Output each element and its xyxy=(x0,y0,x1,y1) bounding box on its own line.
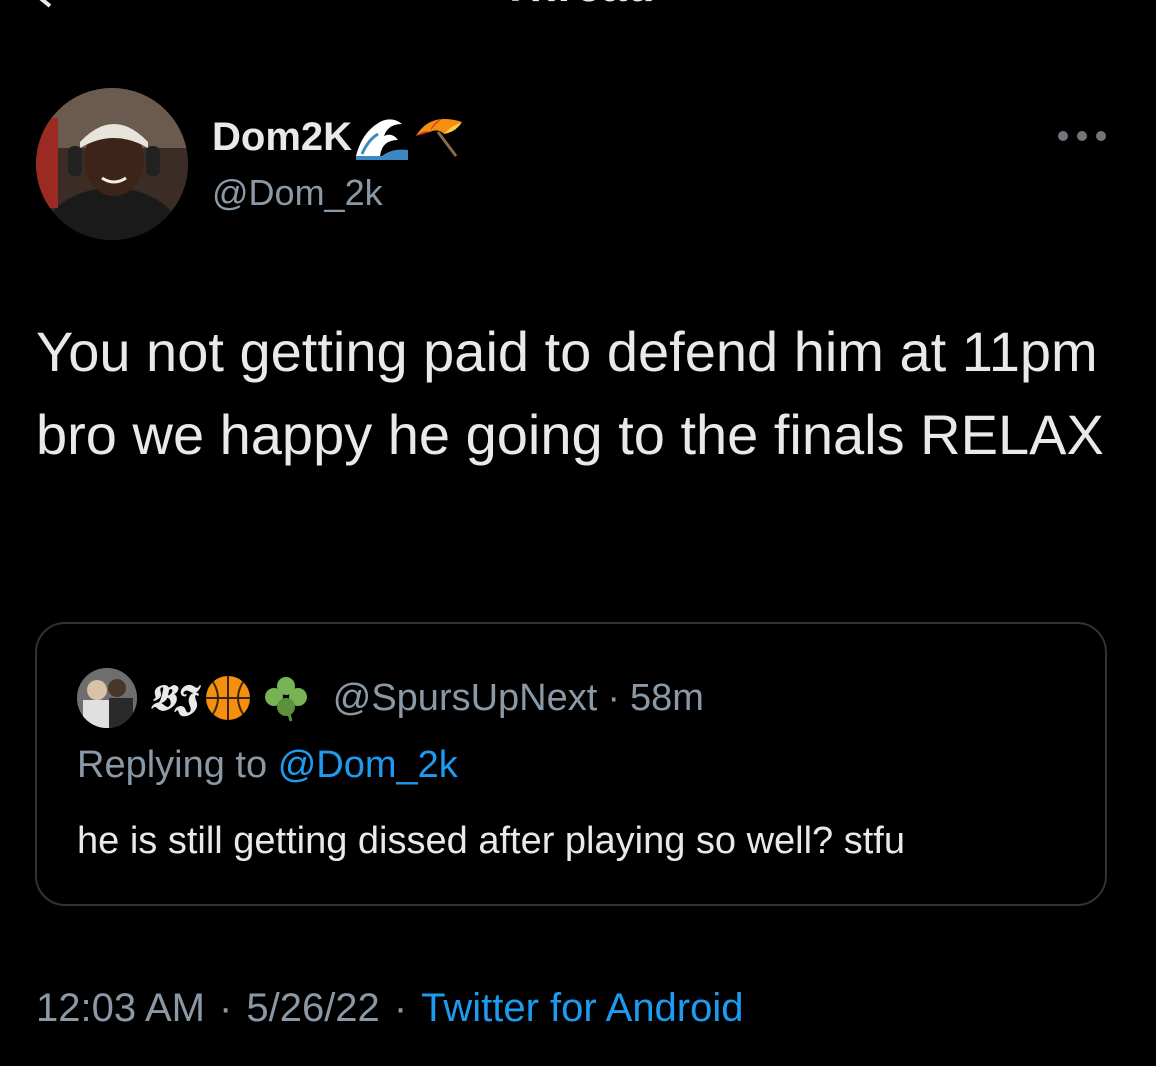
separator: · xyxy=(607,676,620,719)
page-title: Thread xyxy=(0,0,1156,10)
tweet-metadata: 12:03 AM · 5/26/22 · Twitter for Android xyxy=(36,982,744,1034)
quote-handle[interactable]: @SpursUpNext xyxy=(333,677,598,720)
display-name: Dom2K xyxy=(212,112,468,162)
quote-text: he is still getting dissed after playing… xyxy=(77,820,905,862)
separator: · xyxy=(219,986,233,1030)
avatar[interactable] xyxy=(36,88,188,240)
tweet-time[interactable]: 12:03 AM xyxy=(36,986,205,1030)
quote-age: 58m xyxy=(629,676,704,719)
handle[interactable]: @Dom_2k xyxy=(212,170,383,216)
display-name-text[interactable]: Dom2K xyxy=(212,112,352,162)
umbrella-icon xyxy=(416,118,463,157)
quote-avatar[interactable] xyxy=(77,668,137,728)
quote-display-name[interactable]: 𝕭𝕵 xyxy=(149,677,197,720)
basketball-icon xyxy=(205,676,250,720)
replying-prefix: Replying to xyxy=(77,744,268,786)
quote-tweet-card[interactable]: 𝕭𝕵 @SpursUpNext · 58m Replying to @Dom_2… xyxy=(35,622,1107,906)
back-arrow-icon[interactable] xyxy=(30,0,70,8)
shamrock-icon xyxy=(264,677,307,722)
tweet-date[interactable]: 5/26/22 xyxy=(246,986,379,1030)
quote-header: 𝕭𝕵 @SpursUpNext · 58m xyxy=(149,670,704,726)
replying-mention[interactable]: @Dom_2k xyxy=(278,744,458,786)
dot xyxy=(1077,131,1087,141)
tweet-source[interactable]: Twitter for Android xyxy=(421,986,743,1030)
replying-to: Replying to @Dom_2k xyxy=(77,740,458,790)
more-dots-icon[interactable] xyxy=(1058,124,1106,148)
water-wave-icon xyxy=(356,119,409,160)
dot xyxy=(1058,131,1068,141)
dot xyxy=(1096,131,1106,141)
separator: · xyxy=(393,986,408,1030)
tweet-text: You not getting paid to defend him at 11… xyxy=(36,320,1104,466)
